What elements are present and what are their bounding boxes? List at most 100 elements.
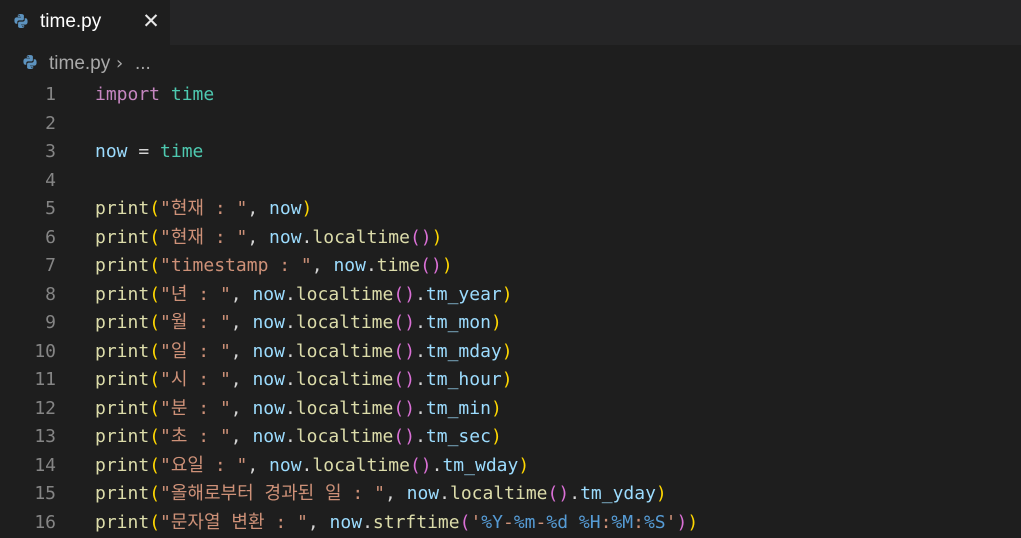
line-number: 8 xyxy=(45,283,56,305)
line-number: 15 xyxy=(34,483,56,504)
code-text[interactable]: print("분 : ", now.localtime().tm_min) xyxy=(95,395,502,424)
code-token: : xyxy=(600,511,612,533)
code-token: () xyxy=(393,340,416,362)
code-text[interactable]: print("시 : ", now.localtime().tm_hour) xyxy=(95,366,513,395)
code-token: now xyxy=(252,369,285,390)
code-token: ( xyxy=(149,369,161,390)
code-token: "시 : " xyxy=(160,369,231,390)
code-line[interactable]: 11 print("시 : ", now.localtime().tm_hour) xyxy=(0,366,1021,395)
code-token: , xyxy=(230,426,253,447)
code-token: "현재 : " xyxy=(160,198,248,219)
code-text[interactable]: print("timestamp : ", now.time()) xyxy=(95,252,453,281)
code-line[interactable]: 6 print("현재 : ", now.localtime()) xyxy=(0,224,1021,253)
code-token: . xyxy=(439,483,450,504)
code-text[interactable]: print("현재 : ", now.localtime()) xyxy=(95,224,442,253)
code-token: now xyxy=(333,255,366,276)
tab-label[interactable]: time.py xyxy=(40,10,101,34)
code-token: %M xyxy=(611,511,634,533)
line-number: 1 xyxy=(45,84,56,105)
code-token: . xyxy=(415,397,426,419)
code-token: ) xyxy=(501,340,513,362)
code-token: , xyxy=(230,283,253,305)
code-text[interactable]: print("년 : ", now.localtime().tm_year) xyxy=(95,281,513,310)
code-line[interactable]: 3 now = time xyxy=(0,138,1021,167)
line-number: 11 xyxy=(34,369,56,390)
code-token: . xyxy=(415,369,426,390)
code-token: localtime xyxy=(295,283,394,305)
code-token: "올해로부터 경과된 일 : " xyxy=(160,483,385,504)
code-token: ) xyxy=(687,511,699,533)
tab-bar: time.py ✕ xyxy=(0,0,1021,45)
python-icon xyxy=(23,55,37,69)
code-line[interactable]: 9 print("월 : ", now.localtime().tm_mon) xyxy=(0,309,1021,338)
code-token: print xyxy=(95,283,150,305)
code-token: now xyxy=(269,198,302,219)
breadcrumb-more[interactable]: ... xyxy=(135,52,151,76)
code-text[interactable]: print("요일 : ", now.localtime().tm_wday) xyxy=(95,452,529,481)
line-number: 10 xyxy=(34,340,56,362)
code-token: ( xyxy=(149,283,161,305)
code-token: = xyxy=(127,141,161,162)
line-number: 12 xyxy=(34,397,56,419)
code-text[interactable]: print("올해로부터 경과된 일 : ", now.localtime().… xyxy=(95,480,667,509)
tab-time-py[interactable]: time.py ✕ xyxy=(0,0,170,45)
code-text[interactable]: now = time xyxy=(95,138,203,167)
code-line[interactable]: 4 xyxy=(0,167,1021,196)
code-text[interactable]: print("월 : ", now.localtime().tm_mon) xyxy=(95,309,502,338)
code-text[interactable]: print("일 : ", now.localtime().tm_mday) xyxy=(95,338,513,367)
breadcrumb-file[interactable]: time.py xyxy=(49,52,110,76)
code-token: ( xyxy=(149,198,161,219)
code-token: () xyxy=(420,255,442,276)
code-text[interactable]: print("문자열 변환 : ", now.strftime('%Y-%m-%… xyxy=(95,509,698,538)
code-line[interactable]: 12 print("분 : ", now.localtime().tm_min) xyxy=(0,395,1021,424)
code-token: now xyxy=(95,141,128,162)
code-token: ) xyxy=(518,454,530,476)
code-token: . xyxy=(569,483,581,504)
code-token: print xyxy=(95,340,150,362)
code-token: print xyxy=(95,454,150,476)
code-line[interactable]: 8 print("년 : ", now.localtime().tm_year) xyxy=(0,281,1021,310)
code-token: ) xyxy=(431,226,443,248)
code-token: . xyxy=(365,255,377,276)
code-token: () xyxy=(393,369,416,390)
code-token: tm_min xyxy=(425,397,491,419)
code-token: strftime xyxy=(372,511,460,533)
code-token: print xyxy=(95,426,150,447)
code-text[interactable]: print("현재 : ", now) xyxy=(95,195,312,224)
code-line[interactable]: 5 print("현재 : ", now) xyxy=(0,195,1021,224)
line-number: 7 xyxy=(45,255,56,276)
code-token: ) xyxy=(655,483,667,504)
close-icon[interactable]: ✕ xyxy=(139,8,163,34)
code-text[interactable]: print("초 : ", now.localtime().tm_sec) xyxy=(95,423,502,452)
code-token: "분 : " xyxy=(160,397,231,419)
code-line[interactable]: 2 xyxy=(0,110,1021,139)
line-number: 2 xyxy=(45,112,56,134)
code-line[interactable]: 16 print("문자열 변환 : ", now.strftime('%Y-%m… xyxy=(0,509,1021,538)
code-text[interactable]: import time xyxy=(95,81,214,110)
code-token: , xyxy=(247,454,270,476)
code-token: . xyxy=(284,369,296,390)
code-token: . xyxy=(301,226,313,248)
code-token: , xyxy=(307,511,330,533)
code-token: , xyxy=(230,369,253,390)
code-token: print xyxy=(95,198,150,219)
code-editor[interactable]: 1 import time 2 3 now = time 4 5 print("현재 : ",… xyxy=(0,81,1021,538)
code-line[interactable]: 13 print("초 : ", now.localtime().tm_sec) xyxy=(0,423,1021,452)
code-token: print xyxy=(95,255,150,276)
code-token: "현재 : " xyxy=(160,226,248,248)
code-token: ( xyxy=(149,340,161,362)
code-line[interactable]: 15 print("올해로부터 경과된 일 : ", now.localtime(… xyxy=(0,480,1021,509)
code-token: "timestamp : " xyxy=(160,255,312,276)
code-token: . xyxy=(431,454,443,476)
code-line[interactable]: 7 print("timestamp : ", now.time()) xyxy=(0,252,1021,281)
code-token: localtime xyxy=(312,454,410,476)
line-number: 5 xyxy=(45,198,56,219)
code-line[interactable]: 14 print("요일 : ", now.localtime().tm_wday… xyxy=(0,452,1021,481)
code-token: ) xyxy=(441,255,453,276)
code-line[interactable]: 10 print("일 : ", now.localtime().tm_mday) xyxy=(0,338,1021,367)
code-token: now xyxy=(329,511,363,533)
code-token: ) xyxy=(490,312,502,333)
code-line[interactable]: 1 import time xyxy=(0,81,1021,110)
code-token: () xyxy=(409,454,432,476)
